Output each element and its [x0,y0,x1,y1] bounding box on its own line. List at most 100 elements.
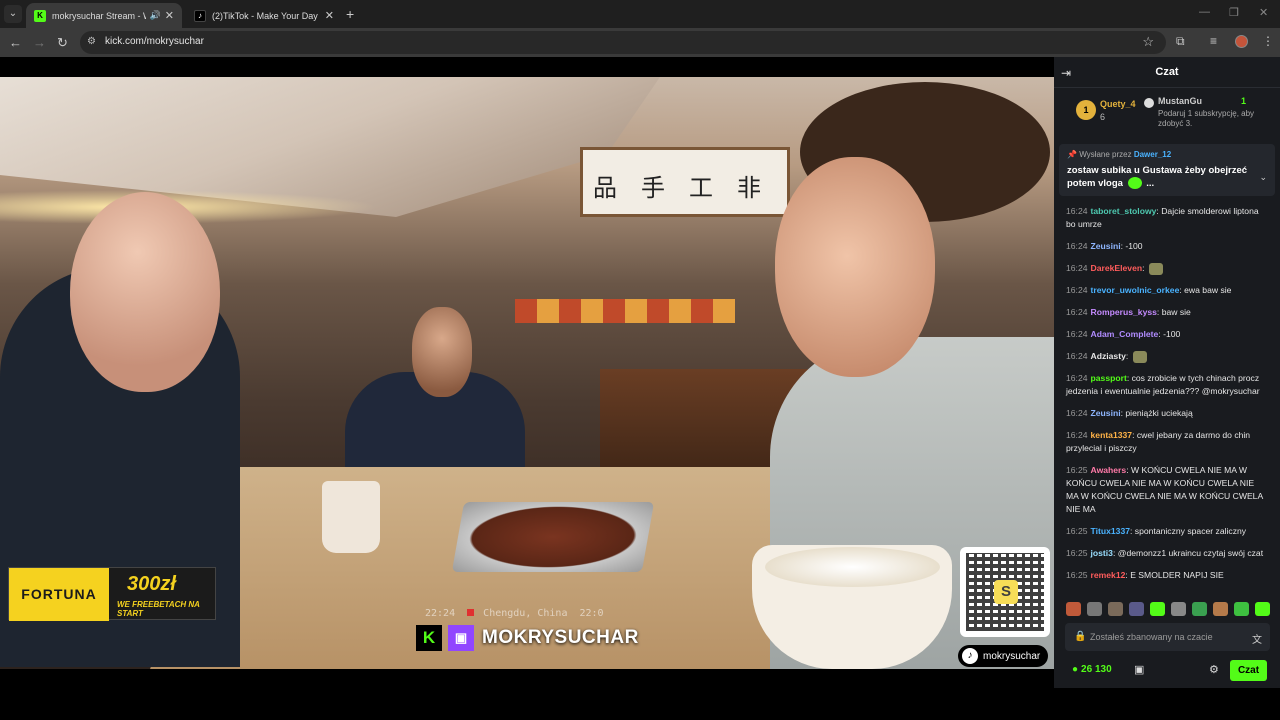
tab-title: (2)TikTok - Make Your Day [212,10,318,21]
message-username[interactable]: Zeusini [1091,408,1121,418]
chat-message: 16:24 trevor_uwolnic_orkee: ewa baw sie [1054,281,1280,300]
chat-message: 16:24 Zeusini: -100 [1054,237,1280,256]
tiktok-handle: mokrysuchar [983,650,1041,662]
message-time: 16:25 [1066,570,1088,580]
chat-message: 16:25 josti3: @demonzz1 ukraincu czytaj s… [1054,544,1280,563]
emote-icon[interactable] [1129,602,1144,616]
emote-icon[interactable] [1108,602,1123,616]
gear-icon[interactable]: ⚙ [1209,663,1219,676]
media-controls-icon[interactable]: ≡ [1210,34,1217,48]
message-username[interactable]: kenta1337 [1091,430,1133,440]
emote-bar [1066,602,1270,616]
video-person-right-head [775,157,935,377]
store-icon[interactable]: ▣ [1134,663,1144,676]
message-username[interactable]: passport [1091,373,1127,383]
send-chat-button[interactable]: Czat [1230,660,1267,681]
tiktok-handle-tag: ♪ mokrysuchar [958,645,1049,667]
kick-logo-icon: K [34,9,46,22]
emote-icon[interactable] [1234,602,1249,616]
chat-message: 16:24 Adam_Complete: -100 [1054,325,1280,344]
message-time: 16:24 [1066,430,1088,440]
chat-input[interactable]: 🔒 Zostałeś zbanowany na czacie 文 [1065,623,1270,651]
overlay-time: 22:24 [425,608,456,619]
message-separator: : [1125,351,1131,361]
message-username[interactable]: josti3 [1091,548,1113,558]
message-username[interactable]: remek12 [1091,570,1126,580]
maximize-icon[interactable]: ❐ [1229,6,1239,19]
emote-icon[interactable] [1150,602,1165,616]
message-username[interactable]: Zeusini [1091,241,1121,251]
channel-points[interactable]: ● 26 130 [1072,664,1112,675]
chat-panel: ⇥ Czat 1 Quety_4 6 MustanGu 1 Podaruj 1 … [1054,57,1280,688]
bookmark-star-icon[interactable]: ☆ [1142,34,1154,50]
chat-message: 16:24 DarekEleven: [1054,259,1280,278]
browser-toolbar: ← → ↻ ⚙ kick.com/mokrysuchar ☆ [0,28,1280,57]
translate-icon[interactable]: 文 [1252,631,1262,646]
video-scene-sign: 品手工非 [580,147,790,217]
emote-icon [1148,262,1163,275]
message-time: 16:24 [1066,307,1088,317]
overlay-location: Chengdu, China [483,608,568,619]
extensions-icon[interactable]: ⧉ [1176,34,1185,49]
video-scene-dish [451,502,655,572]
fortuna-ad-banner[interactable]: FORTUNA 300zł WE FREEBETACH NA START [8,567,216,621]
emote-icon[interactable] [1192,602,1207,616]
tiktok-logo-icon: ♪ [962,648,978,664]
message-username[interactable]: DarekEleven [1091,263,1143,273]
message-username[interactable]: taboret_stolowy [1091,206,1157,216]
kick-logo-icon: K [416,625,442,651]
message-username[interactable]: Titux1337 [1091,526,1131,536]
leader-name[interactable]: MustanGu [1158,96,1202,106]
message-username[interactable]: Adam_Complete [1091,329,1159,339]
new-tab-button[interactable]: + [346,6,354,22]
leader-name[interactable]: Quety_4 [1100,99,1136,109]
video-person-left-head [70,192,220,392]
message-text: -100 [1163,329,1181,339]
qr-pattern: S [966,553,1044,631]
message-username[interactable]: Adziasty [1091,351,1126,361]
message-username[interactable]: trevor_uwolnic_orkee [1091,285,1180,295]
chat-message: 16:25 Awahers: W KOŃCU CWELA NIE MA W KOŃ… [1054,461,1280,519]
emote-icon[interactable] [1255,602,1270,616]
menu-kebab-icon[interactable]: ⋮ [1262,34,1274,48]
emote-icon[interactable] [1213,602,1228,616]
minimize-icon[interactable]: — [1199,6,1210,18]
video-player[interactable]: 品手工非 FORTUNA 300zł WE FREEBETACH NA STAR… [0,77,1054,669]
tiktok-logo-icon: ♪ [194,9,206,22]
pin-icon: 📌 [1067,150,1080,159]
chat-message: 16:24 Romperus_kyss: baw sie [1054,303,1280,322]
chevron-down-icon[interactable]: ⌄ [1259,172,1267,183]
emote-icon[interactable] [1066,602,1081,616]
reload-icon[interactable]: ↻ [57,35,68,51]
location-pin-icon [467,609,475,616]
window-close-icon[interactable]: ✕ [1259,6,1268,19]
pinned-message[interactable]: 📌 Wysłane przez Dawer_12 zostaw subika u… [1059,144,1275,196]
message-text: ewa baw sie [1184,285,1232,295]
message-username[interactable]: Romperus_kyss [1091,307,1157,317]
speaker-icon[interactable]: 🔊 [150,10,161,21]
chat-title: Czat [1155,66,1179,78]
pinned-user[interactable]: Dawer_12 [1134,150,1171,159]
address-bar[interactable]: ⚙ kick.com/mokrysuchar ☆ [80,31,1166,54]
emote-icon[interactable] [1087,602,1102,616]
forward-icon[interactable]: → [33,35,46,50]
back-icon[interactable]: ← [9,35,22,50]
url-text[interactable]: kick.com/mokrysuchar [105,36,204,47]
tab-kick[interactable]: K mokrysuchar Stream - Watc 🔊 ✕ [26,3,182,28]
tab-search-button[interactable]: ⌄ [4,5,22,23]
message-username[interactable]: Awahers [1091,465,1127,475]
emote-icon[interactable] [1171,602,1186,616]
close-icon[interactable]: ✕ [325,9,334,22]
fortuna-amount: 300zł [127,573,176,595]
tab-tiktok[interactable]: ♪ (2)TikTok - Make Your Day ✕ [186,3,342,28]
site-info-icon[interactable]: ⚙ [87,36,99,48]
fortuna-tagline: WE FREEBETACH NA START [117,600,200,618]
close-icon[interactable]: ✕ [165,9,174,22]
chat-message: 16:24 Adziasty: [1054,347,1280,366]
message-text: @demonzz1 ukraincu czytaj swój czat [1117,548,1264,558]
qr-code: S [960,547,1050,637]
tab-title: mokrysuchar Stream - Watc [52,10,146,21]
profile-avatar[interactable] [1235,35,1248,48]
points-icon: ● [1072,664,1079,675]
message-text: E SMOLDER NAPIJ SIE [1130,570,1224,580]
